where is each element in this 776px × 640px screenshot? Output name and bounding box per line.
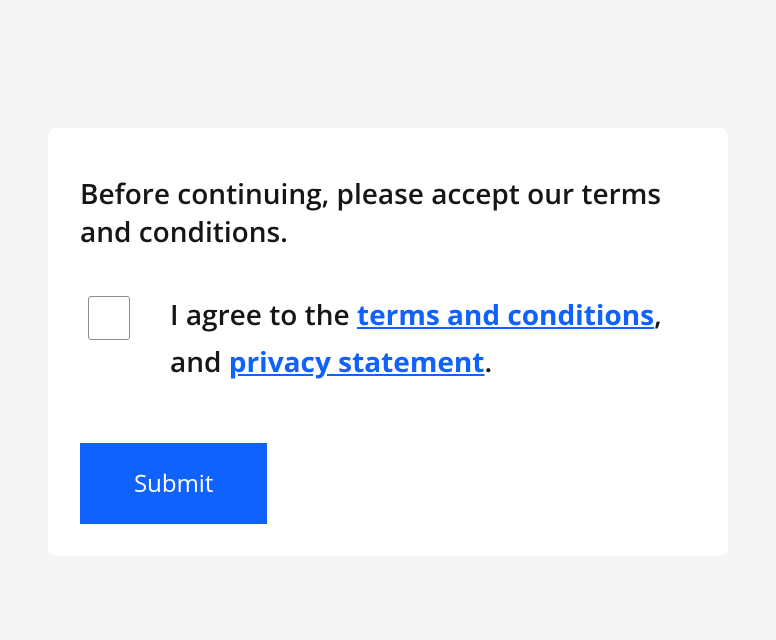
agree-suffix: .	[484, 343, 492, 381]
submit-button[interactable]: Submit	[80, 443, 267, 524]
agree-label: I agree to the terms and conditions, and…	[170, 292, 696, 387]
privacy-link[interactable]: privacy statement	[229, 343, 485, 381]
terms-link[interactable]: terms and conditions	[357, 296, 654, 334]
agree-prefix: I agree to the	[170, 296, 357, 334]
agree-checkbox[interactable]	[88, 296, 130, 340]
instruction-text: Before continuing, please accept our ter…	[80, 176, 696, 252]
terms-card: Before continuing, please accept our ter…	[48, 128, 728, 556]
checkbox-row: I agree to the terms and conditions, and…	[80, 292, 696, 387]
